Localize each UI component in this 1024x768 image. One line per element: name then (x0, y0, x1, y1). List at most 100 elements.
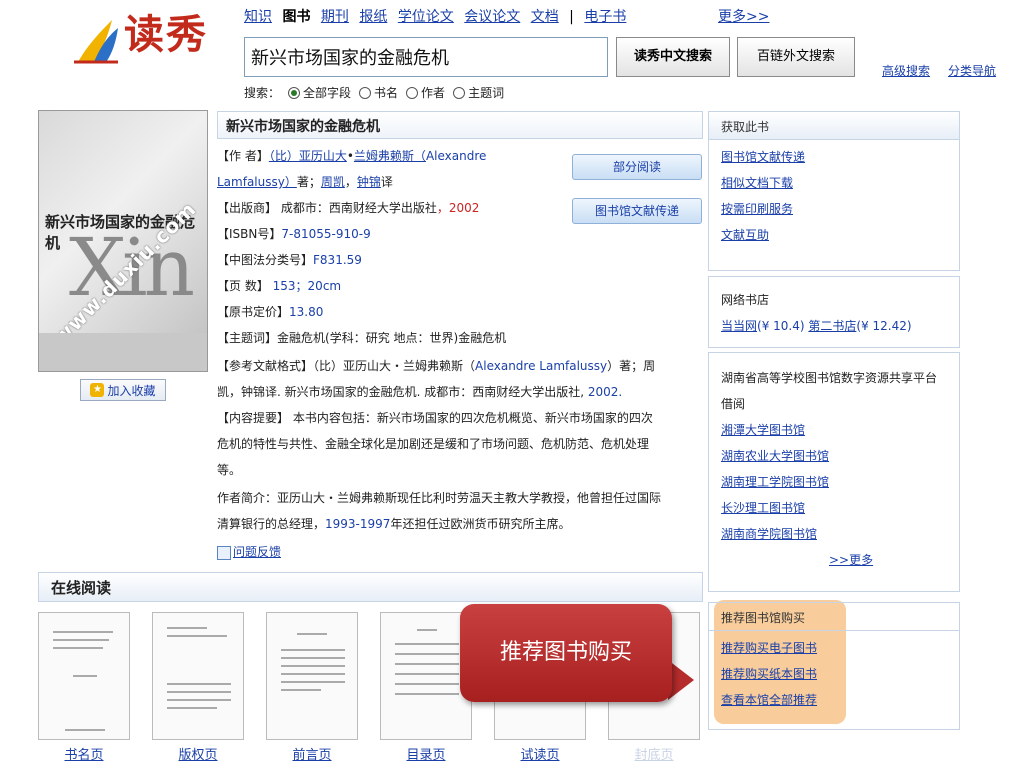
get-link-delivery[interactable]: 图书馆文献传递 (721, 144, 947, 170)
thumb-copyright-page[interactable] (152, 612, 244, 740)
label-copyright-page[interactable]: 版权页 (152, 744, 244, 763)
clc-value: F831.59 (313, 253, 362, 267)
search-scope-options: 搜索： 全部字段 书名 作者 主题词 (244, 84, 504, 101)
pages-value: 153；20cm (268, 279, 342, 293)
nav-newspapers[interactable]: 报纸 (359, 9, 387, 25)
nav-knowledge[interactable]: 知识 (244, 9, 272, 25)
chinese-search-button[interactable]: 读秀中文搜索 (616, 37, 730, 77)
recommend-callout: 推荐图书购买 (460, 604, 672, 702)
nav-journals[interactable]: 期刊 (321, 9, 349, 25)
clc-label: 【中图法分类号】 (217, 253, 314, 267)
pages-line: 【页 数】 153；20cm (217, 273, 703, 299)
subject-label: 【主题词】 (217, 331, 278, 345)
library-more-link[interactable]: >>更多 (721, 547, 947, 573)
get-link-similar-docs[interactable]: 相似文档下载 (721, 170, 947, 196)
favorite-icon: ★ (90, 383, 105, 397)
radio-all-fields[interactable] (288, 86, 301, 99)
library-link-hunan-agri[interactable]: 湖南农业大学图书馆 (721, 443, 947, 469)
bio-text-a: 清算银行的总经理， (217, 517, 326, 531)
get-book-panel: 获取此书 图书馆文献传递 相似文档下载 按需印刷服务 文献互助 (708, 111, 960, 271)
thumb-toc-page[interactable] (380, 612, 472, 740)
logo-sail-icon (74, 20, 118, 64)
advanced-search-link[interactable]: 高级搜索 (882, 62, 930, 79)
get-book-header: 获取此书 (709, 112, 959, 140)
translator-role: 译 (380, 175, 393, 189)
recommend-view-all-link[interactable]: 查看本馆全部推荐 (721, 687, 947, 713)
store-second-link[interactable]: 第二书店 (808, 319, 856, 333)
library-link-hunan-inst[interactable]: 湖南理工学院图书馆 (721, 469, 947, 495)
bio-text-c: 年还担任过欧洲货币研究所主席。 (390, 517, 571, 531)
library-delivery-button[interactable]: 图书馆文献传递 (572, 198, 702, 224)
partial-read-button[interactable]: 部分阅读 (572, 154, 702, 180)
reference-text-1b: ）著；周 (607, 359, 656, 373)
nav-books[interactable]: 图书 (282, 9, 310, 25)
label-toc-page[interactable]: 目录页 (380, 744, 472, 763)
radio-author[interactable] (406, 86, 419, 99)
reference-label: 【参考文献格式】 (217, 359, 314, 373)
library-share-panel: 湖南省高等学校图书馆数字资源共享平台 借阅 湘潭大学图书馆 湖南农业大学图书馆 … (708, 352, 960, 592)
foreign-search-button[interactable]: 百链外文搜索 (737, 37, 855, 77)
author-label: 【作 者】 (217, 149, 269, 163)
summary-line-1: 【内容提要】 本书内容包括：新兴市场国家的四次危机概览、新兴市场国家的四次 (217, 405, 703, 431)
logo[interactable]: 读秀 (124, 10, 208, 60)
author-comma: ， (344, 175, 357, 189)
nav-more-link[interactable]: 更多>> (718, 6, 769, 26)
author-en-surname[interactable]: Lamfalussy） (217, 175, 297, 189)
category-nav-link[interactable]: 分类导航 (948, 62, 996, 79)
thumb-preface-page[interactable] (266, 612, 358, 740)
store-second-price: (¥ 12.42) (856, 319, 912, 333)
add-favorite-label: 加入收藏 (107, 383, 156, 398)
search-scope-label: 搜索： (244, 86, 281, 100)
nav-ebooks[interactable]: 电子书 (584, 9, 626, 25)
top-nav: 知识 图书 期刊 报纸 学位论文 会议论文 文档 | 电子书 (244, 6, 632, 26)
store-dangdang-link[interactable]: 当当网 (721, 319, 757, 333)
translator-link-1[interactable]: 周凯 (321, 175, 345, 189)
price-value: 13.80 (289, 305, 324, 319)
library-link-changsha[interactable]: 长沙理工图书馆 (721, 495, 947, 521)
online-store-row: 当当网(¥ 10.4) 第二书店(¥ 12.42) (721, 313, 947, 339)
nav-documents[interactable]: 文档 (531, 9, 559, 25)
reference-text-1: （比）亚历山大・兰姆弗赖斯（ (313, 359, 476, 373)
book-cover-image[interactable]: Xin 新兴市场国家的金融危机 www.duxiu.com (38, 110, 208, 372)
author-link-1[interactable]: （比）亚历山大 (269, 149, 347, 163)
publisher-value: 成都市：西南财经大学出版社 (277, 201, 437, 215)
radio-subject[interactable] (453, 86, 466, 99)
author-link-2[interactable]: 兰姆弗赖斯（ (354, 149, 426, 163)
recommend-ebook-link[interactable]: 推荐购买电子图书 (721, 635, 947, 661)
reference-en-name: Alexandre Lamfalussy (475, 359, 608, 373)
author-en-name: Alexandre (425, 149, 487, 163)
store-dangdang-price: (¥ 10.4) (757, 319, 805, 333)
get-link-print-on-demand[interactable]: 按需印刷服务 (721, 196, 947, 222)
recommend-paper-link[interactable]: 推荐购买纸本图书 (721, 661, 947, 687)
label-sample-page[interactable]: 试读页 (494, 744, 586, 763)
get-link-mutual-help[interactable]: 文献互助 (721, 222, 947, 248)
price-label: 【原书定价】 (217, 305, 290, 319)
feedback-icon (217, 545, 231, 560)
radio-all-fields-label[interactable]: 全部字段 (303, 84, 351, 101)
author-role: 著； (296, 175, 321, 189)
price-line: 【原书定价】13.80 (217, 299, 703, 325)
label-back-cover[interactable]: 封底页 (608, 744, 700, 763)
radio-title[interactable] (359, 86, 372, 99)
summary-label: 【内容提要】 (217, 411, 290, 425)
radio-subject-label[interactable]: 主题词 (468, 84, 504, 101)
summary-line-3: 等。 (217, 463, 242, 477)
label-title-page[interactable]: 书名页 (38, 744, 130, 763)
summary-line-2: 危机的特性与共性、金融全球化是加剧还是缓和了市场问题、危机防范、危机处理 (217, 437, 650, 451)
radio-author-label[interactable]: 作者 (421, 84, 445, 101)
library-link-hunan-commerce[interactable]: 湖南商学院图书馆 (721, 521, 947, 547)
online-store-panel: 网络书店 当当网(¥ 10.4) 第二书店(¥ 12.42) (708, 276, 960, 348)
library-link-xiangtan[interactable]: 湘潭大学图书馆 (721, 417, 947, 443)
add-favorite-button[interactable]: ★ 加入收藏 (80, 379, 166, 401)
search-input[interactable] (244, 37, 608, 77)
thumb-title-page[interactable] (38, 612, 130, 740)
radio-title-label[interactable]: 书名 (374, 84, 398, 101)
reference-line-2: 凯，钟锦译. 新兴市场国家的金融危机. 成都市：西南财经大学出版社, 2002. (217, 379, 703, 405)
label-preface-page[interactable]: 前言页 (266, 744, 358, 763)
publish-year: ，2002 (436, 201, 480, 215)
feedback-link[interactable]: 问题反馈 (233, 545, 281, 559)
nav-theses[interactable]: 学位论文 (398, 9, 454, 25)
author-bio-line-2: 清算银行的总经理，1993-1997年还担任过欧洲货币研究所主席。 (217, 511, 703, 537)
nav-conference[interactable]: 会议论文 (464, 9, 520, 25)
translator-link-2[interactable]: 钟锦 (357, 175, 381, 189)
